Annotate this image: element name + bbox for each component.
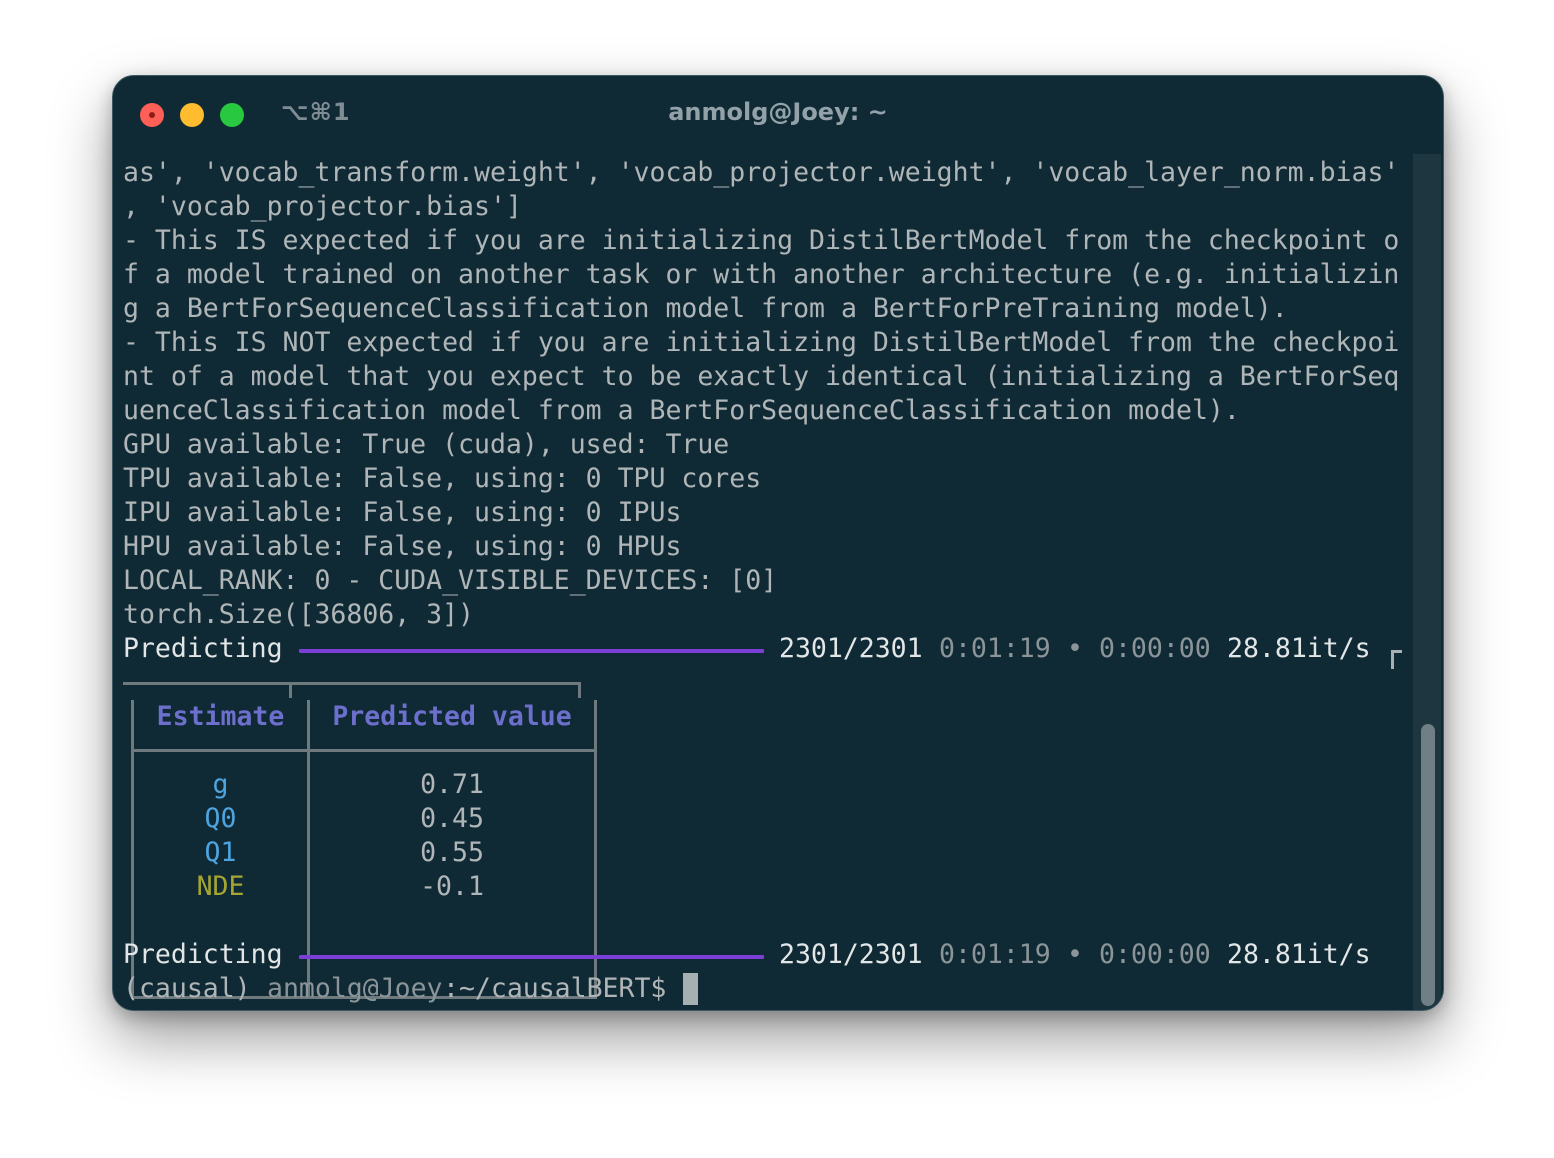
table-cell-value: 0.45 — [420, 803, 484, 834]
progress-rate: 28.81it/s — [1227, 633, 1371, 664]
window-title: anmolg@Joey: ~ — [668, 98, 888, 126]
prompt-line[interactable]: (causal) anmolg@Joey :~/causalBERT$ — [123, 972, 1413, 1006]
progress-label: Predicting — [123, 939, 283, 970]
scrollbar-thumb[interactable] — [1421, 724, 1435, 1006]
terminal-window: ⌥⌘1 anmolg@Joey: ~ as', 'vocab_transform… — [112, 75, 1444, 1011]
output-line: GPU available: True (cuda), used: True — [123, 429, 730, 460]
table-cell-value: 0.71 — [420, 769, 484, 800]
output-line: HPU available: False, using: 0 HPUs — [123, 531, 682, 562]
progress-count: 2301/2301 — [779, 633, 923, 664]
output-line: TPU available: False, using: 0 TPU cores — [123, 463, 762, 494]
progress-bar-2 — [299, 955, 764, 959]
terminal-output[interactable]: as', 'vocab_transform.weight', 'vocab_pr… — [123, 154, 1413, 1010]
output-line: - This IS NOT expected if you are initia… — [123, 327, 1400, 358]
table-header-estimate: Estimate — [156, 701, 285, 732]
progress-label: Predicting — [123, 633, 283, 664]
table-cell-estimate: Q1 — [204, 837, 237, 868]
cursor-corner-mark — [1391, 650, 1402, 669]
progress-separator: • — [1067, 939, 1083, 970]
progress-rate: 28.81it/s — [1227, 939, 1371, 970]
progress-separator: • — [1067, 633, 1083, 664]
output-line: IPU available: False, using: 0 IPUs — [123, 497, 682, 528]
prompt-path: :~/causalBERT$ — [443, 973, 667, 1004]
output-line: , 'vocab_projector.bias'] — [123, 191, 522, 222]
progress-count: 2301/2301 — [779, 939, 923, 970]
progress-elapsed: 0:01:19 — [939, 939, 1051, 970]
progress-remaining: 0:00:00 — [1099, 939, 1211, 970]
table-cell-estimate: Q0 — [204, 803, 237, 834]
progress-elapsed: 0:01:19 — [939, 633, 1051, 664]
progress-line-1: Predicting 2301/2301 0:01:19 • 0:00:00 2… — [123, 632, 1413, 666]
table-cell-estimate: g — [212, 769, 229, 800]
prompt-user-host: anmolg@Joey — [267, 973, 443, 1004]
output-line: - This IS expected if you are initializi… — [123, 225, 1400, 256]
prompt-env: (causal) — [123, 973, 251, 1004]
progress-line-2: Predicting 2301/2301 0:01:19 • 0:00:00 2… — [123, 938, 1413, 972]
progress-bar-1 — [299, 649, 764, 653]
output-line: g a BertForSequenceClassification model … — [123, 293, 1288, 324]
table-cell-estimate: NDE — [196, 871, 245, 902]
table-header-predicted-value: Predicted value — [332, 701, 572, 732]
table-cell-value: 0.55 — [420, 837, 484, 868]
output-line: LOCAL_RANK: 0 - CUDA_VISIBLE_DEVICES: [0… — [123, 565, 778, 596]
output-line: f a model trained on another task or wit… — [123, 259, 1400, 290]
output-line: uenceClassification model from a BertFor… — [123, 395, 1240, 426]
text-cursor — [683, 973, 698, 1005]
table-cell-value: -0.1 — [420, 871, 484, 902]
progress-remaining: 0:00:00 — [1099, 633, 1211, 664]
output-line: nt of a model that you expect to be exac… — [123, 361, 1400, 392]
output-line: torch.Size([36806, 3]) — [123, 599, 474, 630]
output-line: as', 'vocab_transform.weight', 'vocab_pr… — [123, 157, 1400, 188]
title-bar[interactable]: ⌥⌘1 anmolg@Joey: ~ — [113, 76, 1443, 154]
